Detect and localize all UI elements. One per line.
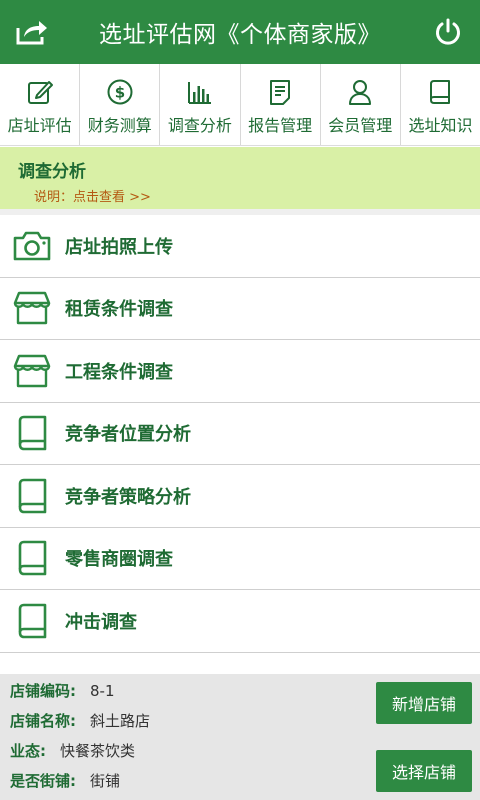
list-item-engineering-survey[interactable]: 工程条件调查 — [0, 340, 480, 403]
section-title: 调查分析 — [18, 162, 86, 182]
description-label: 说明： — [34, 190, 74, 205]
svg-text:$: $ — [115, 83, 125, 101]
nav-label: 调查分析 — [167, 115, 232, 135]
store-info-panel: 店铺编码: 8-1 店铺名称: 斜土路店 业态: 快餐茶饮类 是否街铺: 街铺 … — [0, 674, 480, 800]
edit-icon — [27, 80, 53, 104]
share-icon — [16, 21, 47, 45]
list-item-label: 店址拍照上传 — [65, 236, 173, 258]
store-code-label: 店铺编码: — [10, 682, 76, 700]
nav-label: 店址评估 — [7, 115, 72, 135]
survey-list: 店址拍照上传 租赁条件调查 工程条件调查 竞争者位置分析 竞争者策略分析 零售商… — [0, 215, 480, 653]
business-type-row: 业态: 快餐茶饮类 — [10, 740, 135, 761]
list-item-label: 竞争者策略分析 — [65, 486, 191, 508]
select-store-button[interactable]: 选择店铺 — [376, 750, 472, 792]
store-name-label: 店铺名称: — [10, 712, 76, 730]
list-item-competitor-strategy[interactable]: 竞争者策略分析 — [0, 465, 480, 528]
nav-item-survey-analysis[interactable]: 调查分析 — [160, 64, 241, 145]
nav-label: 选址知识 — [408, 115, 473, 135]
add-store-button[interactable]: 新增店铺 — [376, 682, 472, 724]
book-icon — [12, 601, 52, 641]
street-shop-row: 是否街铺: 街铺 — [10, 770, 120, 791]
business-type-label: 业态: — [10, 742, 46, 760]
street-shop-value: 街铺 — [90, 772, 121, 790]
list-item-retail-trade-area[interactable]: 零售商圈调查 — [0, 528, 480, 590]
power-button[interactable] — [428, 12, 468, 52]
section-description: 说明：点击查看 >> — [34, 186, 462, 205]
dollar-icon: $ — [107, 79, 133, 104]
list-item-photo-upload[interactable]: 店址拍照上传 — [0, 215, 480, 278]
app-title: 选址评估网《个体商家版》 — [99, 22, 381, 48]
app-header: 选址评估网《个体商家版》 — [0, 0, 480, 64]
store-code-value: 8-1 — [90, 681, 115, 700]
book-icon — [12, 413, 52, 453]
list-item-label: 工程条件调查 — [65, 361, 173, 383]
book-icon — [12, 538, 52, 578]
section-banner: 调查分析 说明：点击查看 >> — [0, 147, 480, 209]
nav-label: 财务测算 — [87, 115, 152, 135]
nav-item-financial-calc[interactable]: $ 财务测算 — [80, 64, 161, 145]
street-shop-label: 是否街铺: — [10, 772, 76, 790]
storefront-icon — [12, 288, 52, 328]
list-item-label: 竞争者位置分析 — [65, 424, 191, 446]
share-button[interactable] — [12, 12, 52, 52]
list-item-impact-survey[interactable]: 冲击调查 — [0, 590, 480, 653]
store-name-row: 店铺名称: 斜土路店 — [10, 710, 150, 731]
book-icon — [12, 476, 52, 516]
store-name-value: 斜土路店 — [90, 712, 151, 730]
user-icon — [349, 79, 372, 105]
list-item-competitor-location[interactable]: 竞争者位置分析 — [0, 403, 480, 465]
list-item-label: 冲击调查 — [65, 611, 137, 633]
view-details-link[interactable]: 点击查看 >> — [73, 190, 151, 205]
bar-chart-icon — [187, 81, 211, 104]
nav-label: 报告管理 — [248, 115, 313, 135]
list-item-label: 租赁条件调查 — [65, 299, 173, 321]
nav-item-site-knowledge[interactable]: 选址知识 — [401, 64, 480, 145]
camera-icon — [12, 226, 52, 266]
store-code-row: 店铺编码: 8-1 — [10, 680, 115, 701]
business-type-value: 快餐茶饮类 — [60, 742, 136, 760]
top-nav: 店址评估 $ 财务测算 调查分析 报告管理 会员管理 选址知识 — [0, 64, 480, 146]
nav-item-member-management[interactable]: 会员管理 — [321, 64, 401, 145]
nav-label: 会员管理 — [328, 115, 393, 135]
book-icon — [430, 79, 451, 104]
nav-item-report-management[interactable]: 报告管理 — [241, 64, 321, 145]
list-item-lease-survey[interactable]: 租赁条件调查 — [0, 278, 480, 340]
list-item-label: 零售商圈调查 — [65, 549, 173, 571]
document-icon — [270, 79, 291, 105]
power-icon — [436, 18, 460, 45]
storefront-icon — [12, 351, 52, 391]
nav-item-site-evaluation[interactable]: 店址评估 — [0, 64, 81, 145]
